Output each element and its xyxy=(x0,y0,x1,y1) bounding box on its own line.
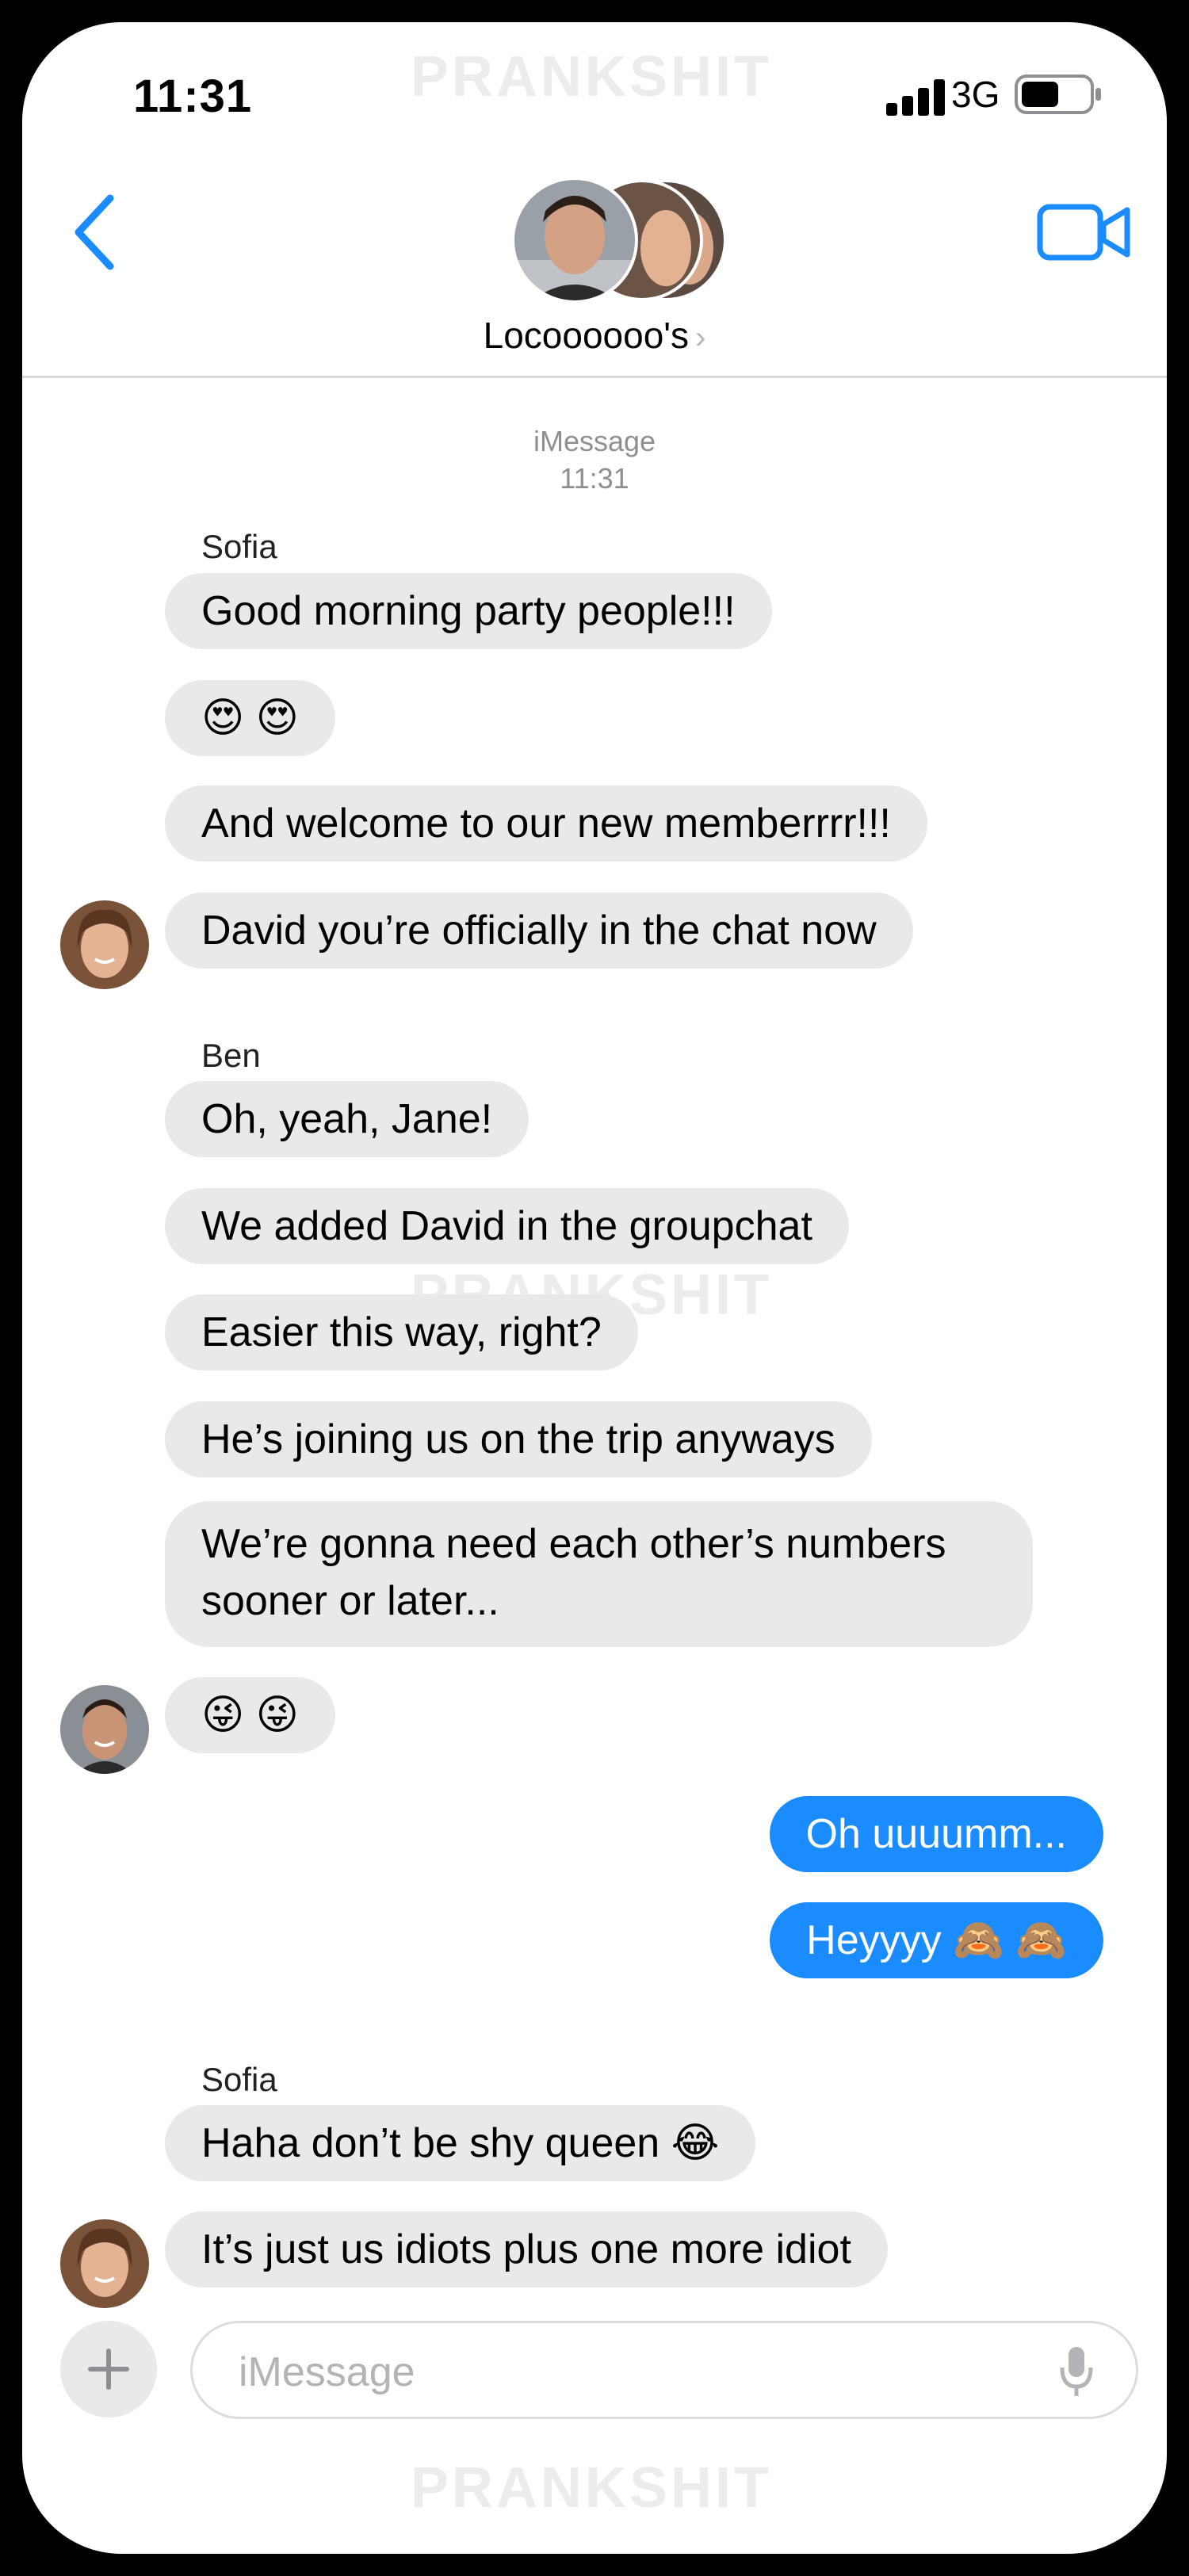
plus-icon xyxy=(88,2349,129,2390)
watermark: PRANKSHIT xyxy=(411,45,773,109)
sender-name: Sofia xyxy=(201,2061,277,2098)
ben-avatar[interactable] xyxy=(60,1685,149,1774)
sofia-avatar[interactable] xyxy=(60,2219,149,2308)
apps-plus-button[interactable] xyxy=(60,2321,157,2417)
signal-icon xyxy=(886,79,945,116)
watermark: PRANKSHIT xyxy=(411,2456,773,2520)
sofia-avatar[interactable] xyxy=(60,900,149,989)
battery-icon xyxy=(1015,75,1101,114)
message-input[interactable]: iMessage xyxy=(190,2321,1138,2419)
message-bubble[interactable]: 😜 😜 xyxy=(165,1677,335,1753)
message-input-placeholder: iMessage xyxy=(239,2349,415,2395)
facetime-video-icon[interactable] xyxy=(1037,201,1132,264)
back-chevron-icon[interactable] xyxy=(66,189,129,276)
message-bubble[interactable]: Oh, yeah, Jane! xyxy=(165,1081,530,1157)
group-avatar[interactable] xyxy=(507,173,737,308)
microphone-icon[interactable] xyxy=(1057,2344,1096,2399)
chevron-right-icon: › xyxy=(695,320,706,355)
sent-message-bubble[interactable]: Oh uuuumm... xyxy=(769,1796,1103,1872)
sender-name: Sofia xyxy=(201,528,277,565)
status-time: 11:31 xyxy=(133,71,253,122)
message-bubble[interactable]: We added David in the groupchat xyxy=(165,1188,849,1264)
messages-screen: PRANKSHIT PRANKSHIT PRANKSHIT 11:31 3G xyxy=(22,22,1167,2554)
message-bubble[interactable]: We’re gonna need each other’s numbers so… xyxy=(165,1501,1033,1647)
sent-message-bubble[interactable]: Heyyyy 🙈 🙈 xyxy=(770,1902,1103,1978)
message-bubble[interactable]: He’s joining us on the trip anyways xyxy=(165,1401,872,1477)
message-bubble[interactable]: David you’re officially in the chat now xyxy=(165,892,913,969)
phone-frame: PRANKSHIT PRANKSHIT PRANKSHIT 11:31 3G xyxy=(0,0,1189,2576)
service-label: iMessage xyxy=(533,425,656,457)
message-bubble[interactable]: And welcome to our new memberrrr!!! xyxy=(165,785,927,862)
message-bubble[interactable]: Haha don’t be shy queen 😂 xyxy=(165,2105,756,2181)
network-type: 3G xyxy=(951,74,1000,115)
message-timestamp: 11:31 xyxy=(560,462,629,495)
conversation-title-text[interactable]: Locoooooo's xyxy=(484,315,689,356)
conversation-title[interactable]: Locoooooo's › xyxy=(22,314,1167,357)
message-bubble[interactable]: It’s just us idiots plus one more idiot xyxy=(165,2211,888,2287)
message-bubble[interactable]: 😍 😍 xyxy=(165,680,335,756)
message-bubble[interactable]: Easier this way, right? xyxy=(165,1294,638,1370)
sender-name: Ben xyxy=(201,1037,261,1074)
message-bubble[interactable]: Good morning party people!!! xyxy=(165,573,772,649)
header-divider xyxy=(22,376,1167,378)
